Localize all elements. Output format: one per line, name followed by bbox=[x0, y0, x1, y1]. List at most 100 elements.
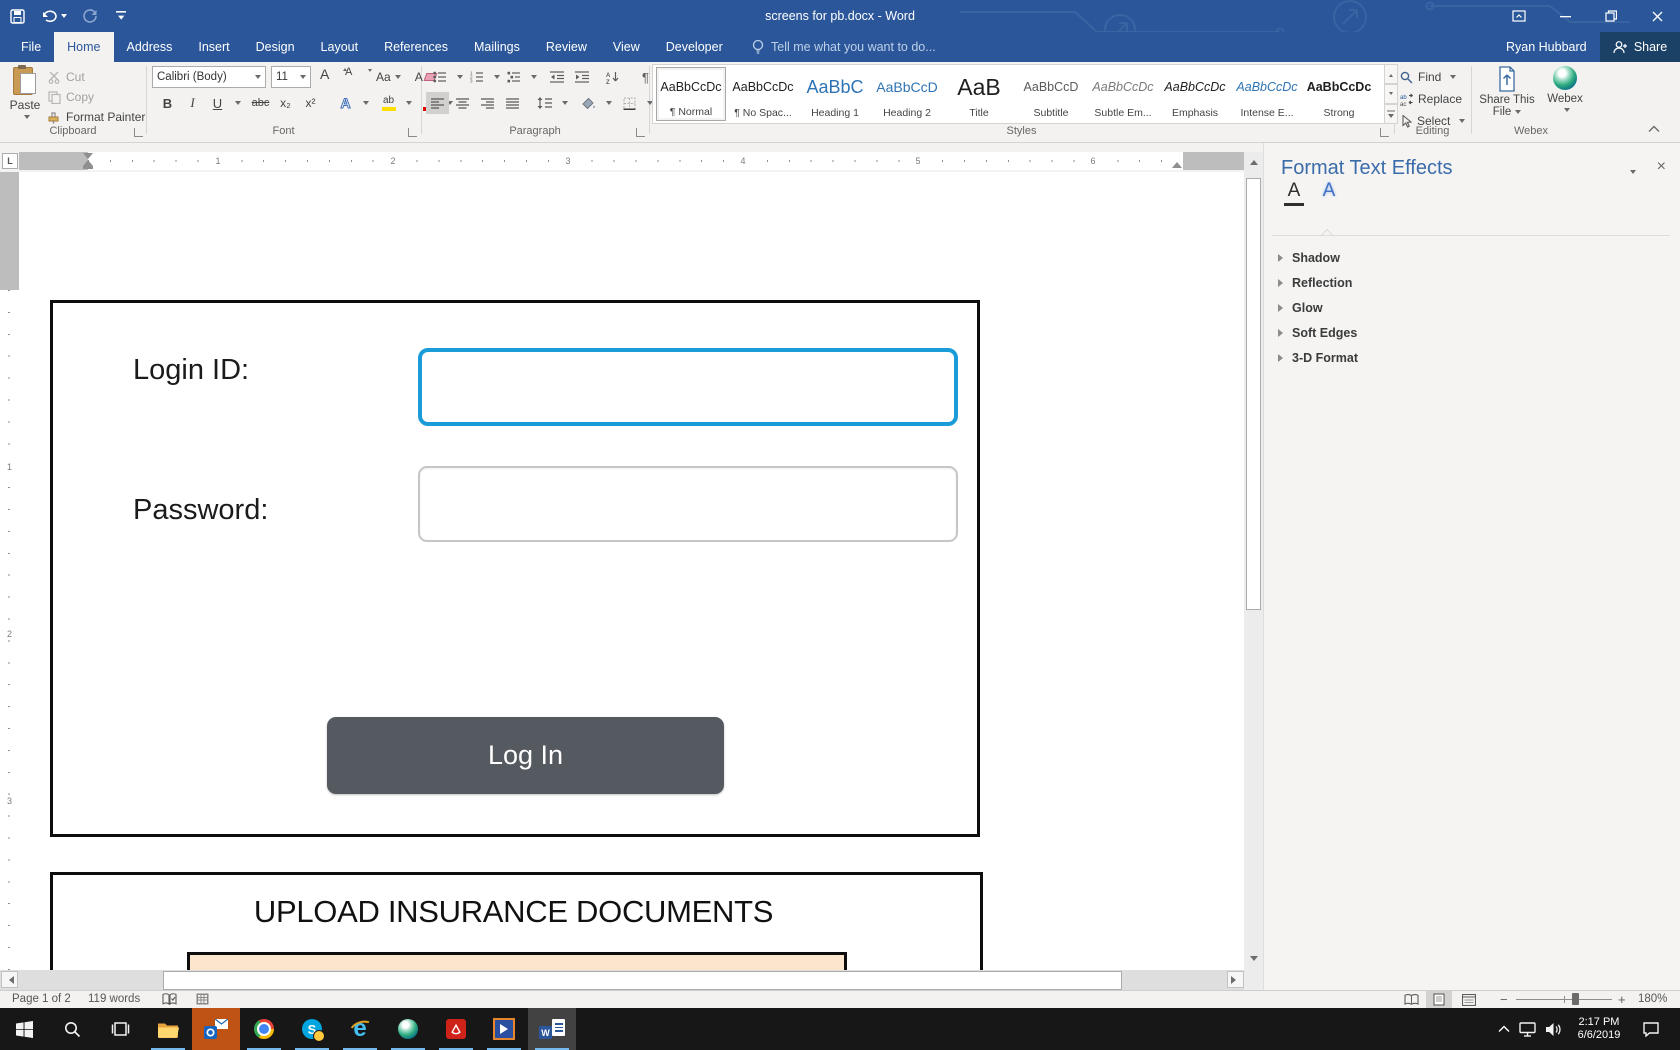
restore-icon[interactable] bbox=[1588, 0, 1634, 32]
borders-button[interactable] bbox=[618, 92, 641, 114]
style-subtitle[interactable]: AaBbCcDSubtitle bbox=[1016, 67, 1086, 121]
scroll-up-icon[interactable] bbox=[1244, 152, 1263, 169]
tab-insert[interactable]: Insert bbox=[185, 32, 242, 62]
style-emphasis[interactable]: AaBbCcDcEmphasis bbox=[1160, 67, 1230, 121]
change-case-button[interactable]: Aa bbox=[374, 66, 403, 88]
webex-button[interactable]: Webex bbox=[1541, 66, 1589, 115]
network-icon[interactable] bbox=[1514, 1008, 1540, 1050]
scroll-left-icon[interactable] bbox=[1, 971, 18, 988]
format-painter-button[interactable]: Format Painter bbox=[48, 108, 145, 126]
style-heading-2[interactable]: AaBbCcDHeading 2 bbox=[872, 67, 942, 121]
paste-button[interactable]: Paste bbox=[6, 65, 44, 122]
internet-explorer-button[interactable] bbox=[336, 1008, 384, 1050]
zoom-slider-thumb[interactable] bbox=[1572, 993, 1579, 1005]
highlight-button[interactable]: ab bbox=[377, 92, 400, 114]
copy-button[interactable]: Copy bbox=[48, 88, 94, 106]
tab-layout[interactable]: Layout bbox=[308, 32, 372, 62]
section-soft-edges[interactable]: Soft Edges bbox=[1278, 322, 1357, 344]
tab-review[interactable]: Review bbox=[533, 32, 600, 62]
text-effects-tab[interactable]: A bbox=[1316, 181, 1342, 211]
horizontal-scrollbar[interactable] bbox=[0, 970, 1263, 990]
bold-button[interactable]: B bbox=[156, 92, 179, 114]
strikethrough-button[interactable]: abc bbox=[249, 92, 272, 114]
font-family-select[interactable]: Calibri (Body) bbox=[152, 66, 266, 88]
style-no-spacing[interactable]: AaBbCcDc¶ No Spac... bbox=[728, 67, 798, 121]
tab-stop-selector[interactable] bbox=[2, 153, 18, 169]
file-explorer-button[interactable] bbox=[144, 1008, 192, 1050]
tab-address[interactable]: Address bbox=[114, 32, 186, 62]
scroll-down-icon[interactable] bbox=[1244, 952, 1263, 969]
multilevel-caret[interactable] bbox=[531, 75, 537, 82]
document-page[interactable]: Login ID: Password: Log In UPLOAD INSURA… bbox=[19, 172, 1244, 970]
word-taskbar-button[interactable] bbox=[528, 1008, 576, 1050]
volume-icon[interactable] bbox=[1540, 1008, 1566, 1050]
highlight-caret[interactable] bbox=[406, 101, 412, 108]
webex-taskbar-button[interactable] bbox=[384, 1008, 432, 1050]
tab-view[interactable]: View bbox=[600, 32, 653, 62]
sort-button[interactable]: AZ bbox=[601, 66, 624, 88]
text-fill-outline-tab[interactable]: A bbox=[1281, 181, 1307, 211]
section-glow[interactable]: Glow bbox=[1278, 297, 1323, 319]
shading-button[interactable] bbox=[577, 92, 600, 114]
section-shadow[interactable]: Shadow bbox=[1278, 247, 1340, 269]
tray-chevron-icon[interactable] bbox=[1492, 1008, 1516, 1050]
tell-me-search[interactable]: Tell me what you want to do... bbox=[752, 32, 936, 62]
web-layout-button[interactable] bbox=[1456, 991, 1482, 1008]
tab-references[interactable]: References bbox=[371, 32, 461, 62]
text-effects-button[interactable]: A bbox=[334, 92, 357, 114]
login-button[interactable]: Log In bbox=[327, 717, 724, 794]
start-button[interactable] bbox=[0, 1008, 48, 1050]
pane-close-icon[interactable] bbox=[1657, 159, 1666, 175]
find-caret[interactable] bbox=[1450, 75, 1456, 82]
clock[interactable]: 2:17 PM 6/6/2019 bbox=[1568, 1008, 1630, 1050]
tab-home[interactable]: Home bbox=[54, 32, 113, 62]
shrink-font-button[interactable]: A bbox=[343, 66, 366, 88]
taskbar-search-button[interactable] bbox=[48, 1008, 96, 1050]
read-mode-button[interactable] bbox=[1398, 991, 1424, 1008]
vertical-scroll-thumb[interactable] bbox=[1246, 178, 1261, 610]
font-size-select[interactable]: 11 bbox=[271, 66, 311, 88]
zoom-out-icon[interactable] bbox=[1500, 991, 1508, 1008]
numbering-button[interactable]: 123 bbox=[465, 66, 488, 88]
print-layout-button[interactable] bbox=[1426, 991, 1452, 1008]
line-spacing-caret[interactable] bbox=[562, 101, 568, 108]
right-indent-marker[interactable] bbox=[1172, 162, 1182, 168]
chrome-button[interactable] bbox=[240, 1008, 288, 1050]
close-icon[interactable] bbox=[1634, 0, 1680, 32]
scroll-right-icon[interactable] bbox=[1227, 971, 1244, 988]
find-button[interactable]: Find bbox=[1400, 68, 1456, 86]
styles-dialog-launcher-icon[interactable] bbox=[1380, 128, 1389, 137]
login-id-input[interactable] bbox=[418, 348, 958, 426]
underline-button[interactable]: U bbox=[206, 92, 229, 114]
tab-file[interactable]: File bbox=[8, 32, 54, 62]
collapse-ribbon-icon[interactable] bbox=[1648, 122, 1660, 136]
account-name[interactable]: Ryan Hubbard bbox=[1506, 32, 1587, 62]
style-intense-emphasis[interactable]: AaBbCcDcIntense E... bbox=[1232, 67, 1302, 121]
font-dialog-launcher-icon[interactable] bbox=[408, 128, 417, 137]
shading-caret[interactable] bbox=[606, 101, 612, 108]
zoom-level[interactable]: 180% bbox=[1638, 991, 1667, 1008]
italic-button[interactable]: I bbox=[181, 92, 204, 114]
gallery-more-icon[interactable] bbox=[1384, 104, 1398, 124]
first-line-indent-marker[interactable] bbox=[83, 153, 93, 159]
align-left-button[interactable] bbox=[426, 92, 449, 114]
gallery-scroll-up-icon[interactable] bbox=[1384, 64, 1398, 84]
style-heading-1[interactable]: AaBbCHeading 1 bbox=[800, 67, 870, 121]
text-effects-caret[interactable] bbox=[363, 101, 369, 108]
style-strong[interactable]: AaBbCcDcStrong bbox=[1304, 67, 1374, 121]
style-subtle-emphasis[interactable]: AaBbCcDcSubtle Em... bbox=[1088, 67, 1158, 121]
line-spacing-button[interactable] bbox=[533, 92, 556, 114]
cut-button[interactable]: Cut bbox=[48, 68, 85, 86]
left-indent-marker[interactable] bbox=[83, 166, 93, 169]
password-input[interactable] bbox=[418, 466, 958, 542]
replace-button[interactable]: abac Replace bbox=[1400, 90, 1462, 108]
numbering-caret[interactable] bbox=[494, 75, 500, 82]
grow-font-button[interactable]: A bbox=[318, 66, 341, 88]
align-center-button[interactable] bbox=[451, 92, 474, 114]
section-3d-format[interactable]: 3-D Format bbox=[1278, 347, 1358, 369]
justify-button[interactable] bbox=[501, 92, 524, 114]
gallery-scroll-down-icon[interactable] bbox=[1384, 84, 1398, 104]
pane-options-caret[interactable] bbox=[1630, 170, 1636, 177]
increase-indent-button[interactable] bbox=[570, 66, 593, 88]
paragraph-dialog-launcher-icon[interactable] bbox=[636, 128, 645, 137]
